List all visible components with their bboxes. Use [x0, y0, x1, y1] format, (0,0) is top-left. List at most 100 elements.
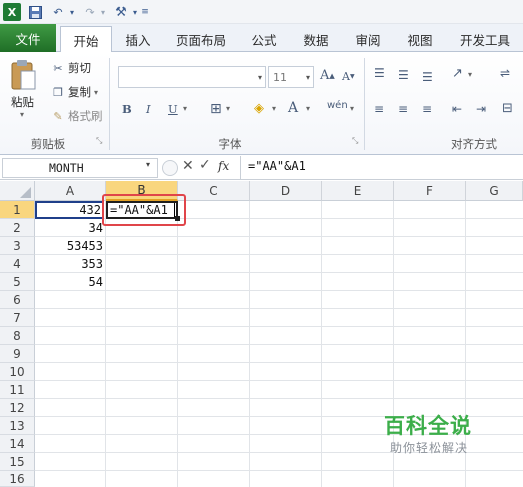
- select-all-corner[interactable]: [0, 181, 35, 201]
- tools-dropdown-icon[interactable]: ▾: [130, 3, 140, 21]
- phonetic-icon[interactable]: wén: [327, 100, 348, 111]
- font-launcher-icon[interactable]: ⤡: [352, 136, 358, 146]
- tab-review[interactable]: 审阅: [346, 26, 390, 52]
- align-center-icon[interactable]: ≡: [398, 102, 408, 116]
- orientation-icon[interactable]: ↗: [452, 66, 463, 81]
- phonetic-dropdown-icon[interactable]: ▾: [350, 104, 354, 113]
- borders-icon[interactable]: ⊞: [210, 101, 222, 117]
- column-header-a[interactable]: A: [35, 181, 106, 201]
- name-box-dropdown-icon[interactable]: ▾: [146, 160, 150, 169]
- cut-button[interactable]: ✂ 剪切: [50, 60, 91, 76]
- column-header-c[interactable]: C: [178, 181, 250, 201]
- tab-view[interactable]: 视图: [398, 26, 442, 52]
- row-header[interactable]: 8: [0, 327, 35, 345]
- undo-icon[interactable]: ↶: [50, 3, 66, 21]
- row-header[interactable]: 11: [0, 381, 35, 399]
- align-right-icon[interactable]: ≡: [422, 102, 432, 116]
- row-header[interactable]: 10: [0, 363, 35, 381]
- tab-insert[interactable]: 插入: [116, 26, 160, 52]
- cell-a5[interactable]: 54: [35, 273, 103, 291]
- undo-dropdown-icon[interactable]: ▾: [67, 3, 77, 21]
- merge-cells-icon[interactable]: ⊟: [502, 101, 513, 116]
- grow-font-icon[interactable]: A ▲: [320, 68, 335, 83]
- row-header[interactable]: 3: [0, 237, 35, 255]
- borders-dropdown-icon[interactable]: ▾: [226, 104, 230, 113]
- row-header[interactable]: 13: [0, 417, 35, 435]
- name-box[interactable]: MONTH: [2, 158, 158, 178]
- column-header-f[interactable]: F: [394, 181, 466, 201]
- tab-data[interactable]: 数据: [294, 26, 338, 52]
- insert-function-icon[interactable]: fx: [218, 159, 229, 173]
- row-header[interactable]: 9: [0, 345, 35, 363]
- formula-bar-handle-icon[interactable]: [162, 160, 178, 176]
- scissors-icon: ✂: [53, 61, 63, 75]
- qat-customize-icon[interactable]: ≡: [140, 3, 150, 21]
- enter-icon[interactable]: ✓: [199, 157, 211, 173]
- paste-dropdown-icon[interactable]: ▾: [20, 110, 24, 119]
- increase-indent-icon[interactable]: ⇥: [476, 102, 486, 116]
- decrease-indent-icon[interactable]: ⇤: [452, 102, 462, 116]
- align-top-icon[interactable]: ☰: [374, 66, 385, 80]
- cell-a3[interactable]: 53453: [35, 237, 103, 255]
- fill-color-dropdown-icon[interactable]: ▾: [272, 104, 276, 113]
- excel-logo-icon[interactable]: X: [3, 3, 21, 21]
- italic-icon[interactable]: I: [146, 102, 151, 116]
- tab-home[interactable]: 开始: [60, 26, 112, 53]
- column-header-g[interactable]: G: [466, 181, 523, 201]
- redo-dropdown-icon[interactable]: ▾: [98, 3, 108, 21]
- gridline: [35, 272, 523, 273]
- save-icon[interactable]: [27, 3, 43, 21]
- paste-clipboard-icon[interactable]: [8, 58, 38, 92]
- cancel-icon[interactable]: ✕: [182, 158, 194, 174]
- column-header-e[interactable]: E: [322, 181, 394, 201]
- tab-file[interactable]: 文件: [0, 24, 56, 52]
- align-bottom-icon[interactable]: ☰: [422, 70, 433, 84]
- clipboard-launcher-icon[interactable]: ⤡: [96, 136, 102, 146]
- tab-page-layout[interactable]: 页面布局: [168, 26, 234, 52]
- row-header[interactable]: 7: [0, 309, 35, 327]
- copy-dropdown-icon: ▾: [94, 87, 99, 97]
- cell-a1[interactable]: 432: [35, 201, 103, 219]
- fill-handle[interactable]: [175, 216, 180, 221]
- alignment-group-label: 对齐方式: [451, 137, 497, 151]
- shrink-font-icon[interactable]: A ▼: [342, 70, 355, 83]
- font-color-icon[interactable]: A: [288, 100, 298, 116]
- tab-developer[interactable]: 开发工具: [452, 26, 518, 52]
- font-size-dropdown[interactable]: 11 ▾: [268, 66, 314, 88]
- cell-b1-formula: ="AA"&A1: [110, 203, 168, 217]
- row-header[interactable]: 6: [0, 291, 35, 309]
- wrap-text-icon[interactable]: ⇌: [500, 66, 510, 80]
- font-size-dropdown-icon: ▾: [305, 72, 310, 82]
- underline-icon[interactable]: U: [168, 102, 178, 116]
- underline-dropdown-icon[interactable]: ▾: [183, 104, 187, 113]
- font-name-dropdown[interactable]: ▾: [118, 66, 266, 88]
- align-left-icon[interactable]: ≡: [374, 102, 384, 116]
- column-header-d[interactable]: D: [250, 181, 322, 201]
- paste-button[interactable]: 粘贴: [11, 94, 34, 110]
- redo-icon[interactable]: ↷: [82, 3, 98, 21]
- bold-icon[interactable]: B: [122, 102, 132, 116]
- row-header[interactable]: 15: [0, 453, 35, 471]
- ribbon-tabs: 文件 开始 插入 页面布局 公式 数据 审阅 视图 开发工具: [0, 24, 523, 53]
- row-header[interactable]: 4: [0, 255, 35, 273]
- tab-formulas[interactable]: 公式: [242, 26, 286, 52]
- font-color-dropdown-icon[interactable]: ▾: [306, 104, 310, 113]
- cell-a4[interactable]: 353: [35, 255, 103, 273]
- formula-input[interactable]: ="AA"&A1: [248, 159, 306, 173]
- cell-a2[interactable]: 34: [35, 219, 103, 237]
- row-header[interactable]: 14: [0, 435, 35, 453]
- format-painter-button[interactable]: ✎ 格式刷: [50, 108, 102, 124]
- orientation-dropdown-icon[interactable]: ▾: [468, 70, 472, 79]
- row-header[interactable]: 12: [0, 399, 35, 417]
- row-header[interactable]: 1: [0, 201, 35, 219]
- watermark-title: 百科全说: [384, 414, 472, 438]
- customize-tools-icon[interactable]: ⚒: [112, 3, 130, 21]
- cell-b1-editor[interactable]: ="AA"&A1: [106, 201, 178, 219]
- row-header[interactable]: 5: [0, 273, 35, 291]
- fill-color-icon[interactable]: ◈: [254, 101, 264, 116]
- copy-button[interactable]: ❐ 复制 ▾: [50, 84, 98, 100]
- row-header[interactable]: 16: [0, 471, 35, 487]
- row-header[interactable]: 2: [0, 219, 35, 237]
- formula-divider: [240, 156, 241, 179]
- align-middle-icon[interactable]: ☰: [398, 68, 409, 82]
